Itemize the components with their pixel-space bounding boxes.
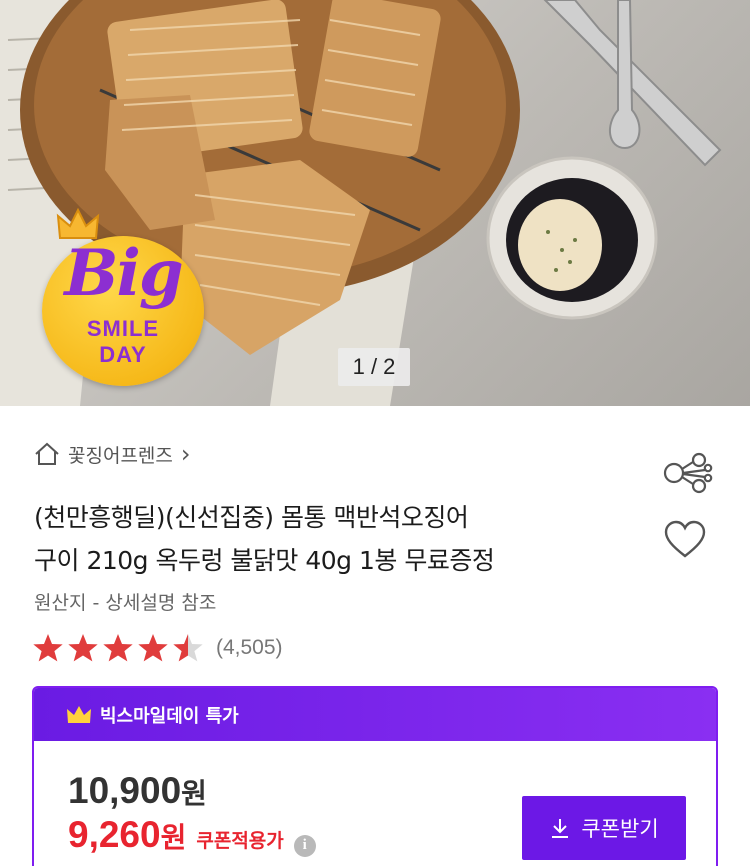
heart-icon bbox=[664, 520, 706, 558]
deal-header-label: 빅스마일데이 특가 bbox=[100, 705, 239, 727]
rating[interactable]: (4,505) bbox=[32, 632, 283, 664]
breadcrumb[interactable]: 꽃징어프렌즈 › bbox=[34, 440, 191, 468]
download-icon bbox=[552, 819, 569, 838]
crown-icon bbox=[67, 705, 91, 723]
product-title-line-2: 구이 210g 옥두렁 불닭맛 40g 1봉 무료증정 bbox=[34, 546, 495, 575]
coupon-download-button[interactable]: 쿠폰받기 bbox=[522, 796, 686, 860]
review-count[interactable]: (4,505) bbox=[216, 636, 283, 660]
wishlist-button[interactable] bbox=[664, 520, 706, 560]
info-icon[interactable]: i bbox=[293, 834, 316, 857]
star-half-icon bbox=[173, 634, 203, 662]
badge-big-text: Big bbox=[64, 236, 183, 311]
sale-price-currency: 원 bbox=[160, 821, 187, 854]
store-name[interactable]: 꽃징어프렌즈 bbox=[68, 441, 173, 468]
badge-smile-text: SMILE bbox=[86, 316, 160, 341]
coupon-button-label: 쿠폰받기 bbox=[581, 817, 659, 841]
chevron-right-icon: › bbox=[180, 440, 191, 468]
sale-price: 9,260원 bbox=[68, 814, 186, 856]
big-smile-day-badge: Big SMILE DAY bbox=[42, 208, 204, 386]
home-icon bbox=[35, 442, 59, 465]
deal-header: 빅스마일데이 특가 bbox=[34, 688, 716, 741]
share-icon bbox=[663, 452, 713, 494]
deal-box: 빅스마일데이 특가 10,900원 9,260원 쿠폰적용가 i 쿠폰받기 bbox=[32, 686, 718, 866]
image-pager: 1 / 2 bbox=[338, 348, 410, 386]
badge-day-text: DAY bbox=[99, 342, 147, 367]
origin-text: 원산지 - 상세설명 참조 bbox=[34, 592, 217, 614]
sale-price-value: 9,260 bbox=[68, 814, 161, 855]
product-title-line-1: (천만흥행딜)(신선집중) 몸통 맥반석오징어 bbox=[34, 503, 469, 532]
star-icon bbox=[138, 634, 168, 662]
sale-price-row: 9,260원 쿠폰적용가 i bbox=[68, 814, 316, 857]
product-image[interactable]: Big SMILE DAY 1 / 2 bbox=[0, 0, 750, 406]
original-price: 10,900원 bbox=[68, 770, 207, 812]
star-icon bbox=[33, 634, 63, 662]
star-icon bbox=[68, 634, 98, 662]
star-rating bbox=[32, 632, 204, 664]
original-price-currency: 원 bbox=[181, 777, 207, 810]
product-title: (천만흥행딜)(신선집중) 몸통 맥반석오징어 구이 210g 옥두렁 불닭맛 … bbox=[34, 496, 634, 582]
original-price-value: 10,900 bbox=[68, 770, 182, 811]
share-button[interactable] bbox=[662, 452, 714, 494]
star-icon bbox=[103, 634, 133, 662]
coupon-price-note: 쿠폰적용가 bbox=[196, 830, 284, 852]
